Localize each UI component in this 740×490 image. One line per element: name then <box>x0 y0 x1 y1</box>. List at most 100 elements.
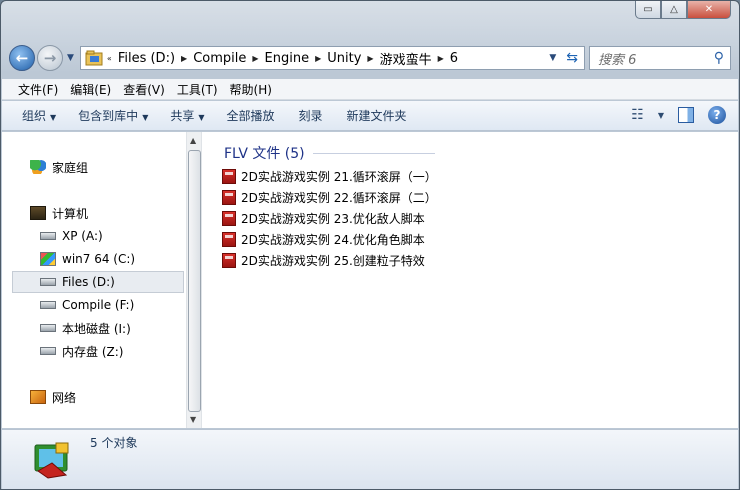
forward-button[interactable]: → <box>37 45 63 71</box>
share-label: 共享 <box>170 109 195 123</box>
nav-computer-label: 计算机 <box>52 206 89 221</box>
nav-drive-label: Files (D:) <box>62 275 115 289</box>
nav-drive-win7[interactable]: win7 64 (C:) <box>40 249 135 269</box>
breadcrumb-engine[interactable]: Engine <box>259 51 316 66</box>
menu-tools[interactable]: 工具(T) <box>171 81 224 98</box>
file-item[interactable]: 2D实战游戏实例 22.循环滚屏（二） <box>222 187 437 207</box>
nav-drive-ramdisk[interactable]: 内存盘 (Z:) <box>40 341 123 361</box>
file-list-pane: FLV 文件 (5) 2D实战游戏实例 21.循环滚屏（一） 2D实战游戏实例 … <box>202 132 738 428</box>
nav-computer[interactable]: 计算机 <box>30 203 88 223</box>
search-icon[interactable]: ⚲ <box>714 50 724 66</box>
folder-icon <box>85 50 103 66</box>
refresh-icon[interactable]: ⇆ <box>566 50 578 66</box>
address-bar[interactable]: « Files (D:) ▶ Compile ▶ Engine ▶ Unity … <box>79 46 585 70</box>
back-arrow-icon: ← <box>15 49 29 67</box>
burn-button[interactable]: 刻录 <box>291 107 331 124</box>
search-placeholder: 搜索 6 <box>598 52 637 68</box>
forward-arrow-icon: → <box>43 49 57 67</box>
command-bar: 组织 ▼ 包含到库中 ▼ 共享 ▼ 全部播放 刻录 新建文件夹 ☷ ▼ ? <box>2 101 738 131</box>
group-header[interactable]: FLV 文件 (5) <box>224 143 435 163</box>
close-icon: ✕ <box>704 4 714 15</box>
search-input[interactable]: 搜索 6 ⚲ <box>589 46 731 70</box>
scroll-up-icon[interactable]: ▲ <box>190 136 196 145</box>
drive-icon <box>40 301 56 309</box>
nav-drive-label: Compile (F:) <box>62 298 135 312</box>
dropdown-arrow-icon: ▼ <box>198 113 205 122</box>
preview-pane-icon[interactable] <box>678 107 694 123</box>
new-folder-button[interactable]: 新建文件夹 <box>339 107 415 124</box>
dropdown-arrow-icon: ▼ <box>142 113 149 122</box>
scroll-thumb[interactable] <box>188 150 201 412</box>
breadcrumb-compile[interactable]: Compile <box>187 51 252 66</box>
organize-button[interactable]: 组织 ▼ <box>14 107 64 124</box>
breadcrumb-youximanniu[interactable]: 游戏蛮牛 <box>374 49 438 68</box>
nav-drive-compile[interactable]: Compile (F:) <box>40 295 134 315</box>
minimize-icon: ▭ <box>643 4 653 15</box>
address-row: ← → ▼ « Files (D:) ▶ Compile ▶ Engine ▶ … <box>9 43 731 73</box>
close-button[interactable]: ✕ <box>687 1 731 19</box>
nav-drive-xp[interactable]: XP (A:) <box>40 226 103 246</box>
back-button[interactable]: ← <box>9 45 35 71</box>
nav-drive-label: 内存盘 (Z:) <box>62 344 124 359</box>
explorer-window: ▭ △ ✕ ← → ▼ « Files (D:) ▶ Compile ▶ Eng… <box>0 0 740 490</box>
main-content: 家庭组 计算机 XP (A:) win7 64 (C:) Files (D:) … <box>2 132 738 428</box>
menu-view[interactable]: 查看(V) <box>117 81 171 98</box>
menu-help[interactable]: 帮助(H) <box>224 81 278 98</box>
flv-file-icon <box>222 168 236 184</box>
play-all-button[interactable]: 全部播放 <box>219 107 283 124</box>
group-header-label: FLV 文件 (5) <box>224 146 305 162</box>
computer-icon <box>30 206 46 220</box>
view-dropdown-icon[interactable]: ▼ <box>658 111 664 120</box>
details-pane: 5 个对象 <box>2 429 738 489</box>
drive-icon <box>40 278 56 286</box>
view-controls: ☷ ▼ ? <box>631 106 726 124</box>
homegroup-icon <box>30 160 46 174</box>
breadcrumb-files[interactable]: Files (D:) <box>112 51 181 66</box>
group-divider <box>312 152 435 154</box>
breadcrumb-6[interactable]: 6 <box>444 51 464 66</box>
file-name: 2D实战游戏实例 23.优化敌人脚本 <box>241 211 425 226</box>
share-button[interactable]: 共享 ▼ <box>162 107 212 124</box>
nav-scrollbar[interactable]: ▲ ▼ <box>186 132 202 428</box>
menu-bar: 文件(F) 编辑(E) 查看(V) 工具(T) 帮助(H) <box>2 79 738 100</box>
maximize-icon: △ <box>670 4 678 15</box>
file-name: 2D实战游戏实例 22.循环滚屏（二） <box>241 190 437 205</box>
file-name: 2D实战游戏实例 25.创建粒子特效 <box>241 253 425 268</box>
drive-icon <box>40 232 56 240</box>
flv-file-icon <box>222 231 236 247</box>
system-drive-icon <box>40 252 56 266</box>
recent-pages-dropdown[interactable]: ▼ <box>67 53 74 63</box>
nav-drive-label: win7 64 (C:) <box>62 252 136 266</box>
include-library-button[interactable]: 包含到库中 ▼ <box>70 107 156 124</box>
caption-buttons: ▭ △ ✕ <box>635 1 731 19</box>
nav-drive-label: 本地磁盘 (I:) <box>62 321 131 336</box>
menu-file[interactable]: 文件(F) <box>12 81 64 98</box>
file-item[interactable]: 2D实战游戏实例 21.循环滚屏（一） <box>222 166 437 186</box>
nav-network-label: 网络 <box>52 390 77 405</box>
flv-file-icon <box>222 189 236 205</box>
change-view-icon[interactable]: ☷ <box>631 107 644 123</box>
address-controls: ▼ ⇆ <box>549 50 578 66</box>
file-name: 2D实战游戏实例 21.循环滚屏（一） <box>241 169 437 184</box>
file-item[interactable]: 2D实战游戏实例 25.创建粒子特效 <box>222 250 425 270</box>
nav-homegroup[interactable]: 家庭组 <box>30 157 88 177</box>
nav-homegroup-label: 家庭组 <box>52 160 89 175</box>
help-icon[interactable]: ? <box>708 106 726 124</box>
nav-drive-files[interactable]: Files (D:) <box>12 271 184 293</box>
address-history-dropdown-icon[interactable]: ▼ <box>549 53 556 63</box>
breadcrumb-unity[interactable]: Unity <box>321 51 367 66</box>
scroll-down-icon[interactable]: ▼ <box>190 415 196 424</box>
menu-edit[interactable]: 编辑(E) <box>64 81 117 98</box>
nav-network[interactable]: 网络 <box>30 387 76 407</box>
network-icon <box>30 390 46 404</box>
file-item[interactable]: 2D实战游戏实例 24.优化角色脚本 <box>222 229 425 249</box>
include-library-label: 包含到库中 <box>78 109 139 123</box>
dropdown-arrow-icon: ▼ <box>50 113 57 122</box>
organize-label: 组织 <box>22 109 47 123</box>
minimize-button[interactable]: ▭ <box>635 1 661 19</box>
file-item[interactable]: 2D实战游戏实例 23.优化敌人脚本 <box>222 208 425 228</box>
maximize-button[interactable]: △ <box>661 1 687 19</box>
file-name: 2D实战游戏实例 24.优化角色脚本 <box>241 232 425 247</box>
nav-drive-local[interactable]: 本地磁盘 (I:) <box>40 318 131 338</box>
flv-large-icon <box>34 442 69 479</box>
